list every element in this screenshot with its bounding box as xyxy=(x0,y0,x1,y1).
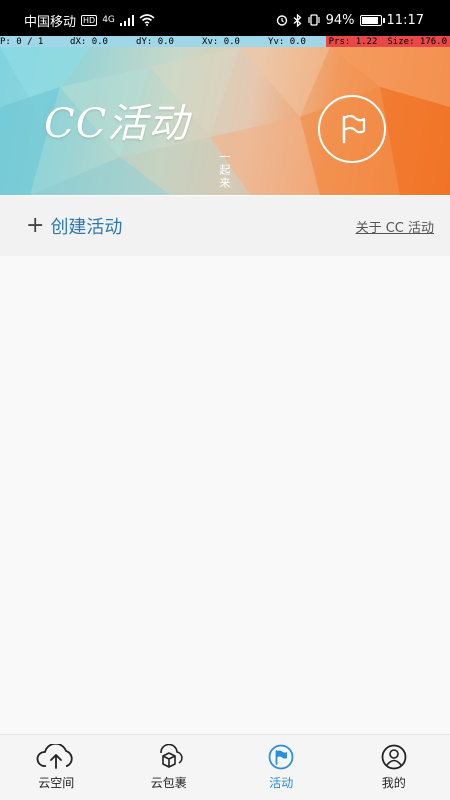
debug-dx: dX: 0.0 xyxy=(70,36,108,47)
alarm-icon xyxy=(276,15,287,26)
debug-prs: Prs: 1.22 xyxy=(328,36,378,47)
debug-xv: Xv: 0.0 xyxy=(202,36,240,47)
activity-list-area xyxy=(0,256,450,734)
wifi-icon xyxy=(139,14,155,26)
tab-cloud-package[interactable]: 云包裹 xyxy=(113,735,226,800)
tab-label: 云空间 xyxy=(38,776,75,790)
battery-percent: 94% xyxy=(325,12,355,28)
debug-yv: Yv: 0.0 xyxy=(268,36,306,47)
bluetooth-icon xyxy=(293,13,302,27)
cloud-upload-icon xyxy=(36,744,73,769)
plus-icon: + xyxy=(26,213,45,238)
bottom-tab-bar: 云空间 云包裹 活动 我的 xyxy=(0,734,450,800)
clock: 11:17 xyxy=(386,12,424,28)
battery-fill xyxy=(361,16,378,24)
tab-activity[interactable]: 活动 xyxy=(225,735,338,800)
create-activity-label: 创建活动 xyxy=(50,217,123,238)
carrier-label: 中国移动 xyxy=(24,14,77,30)
flag-icon xyxy=(342,114,366,144)
status-left: 中国移动 HD 4G xyxy=(24,11,155,30)
tab-label: 云包裹 xyxy=(150,776,187,790)
banner-title: CC活动 xyxy=(44,101,190,147)
status-right: 94% 11:17 xyxy=(276,13,424,28)
network-type: 4G xyxy=(102,15,115,25)
banner-flag-emblem xyxy=(318,95,386,163)
signal-icon xyxy=(119,14,134,26)
flag-icon xyxy=(268,744,294,770)
banner-subtitle: 一起来 xyxy=(218,151,231,190)
tab-label: 我的 xyxy=(381,776,406,790)
vibrate-icon xyxy=(308,14,320,26)
debug-dy: dY: 0.0 xyxy=(136,36,174,47)
tab-cloud-space[interactable]: 云空间 xyxy=(0,735,113,800)
debug-pressure-size: Prs: 1.22 Size: 176.0 xyxy=(325,36,450,47)
debug-pointer: P: 0 / 1 xyxy=(0,36,44,47)
activity-banner: CC活动 一起来 xyxy=(0,47,450,195)
hd-badge: HD xyxy=(81,14,98,26)
about-cc-activity-link[interactable]: 关于 CC 活动 xyxy=(356,217,434,236)
battery-icon xyxy=(359,14,385,26)
debug-size: Size: 176.0 xyxy=(387,36,447,47)
package-icon xyxy=(159,744,183,768)
action-row: + 创建活动 关于 CC 活动 xyxy=(0,196,450,256)
tab-mine[interactable]: 我的 xyxy=(338,735,450,800)
create-activity-button[interactable]: + 创建活动 xyxy=(26,213,122,239)
user-icon xyxy=(381,744,407,770)
tab-label: 活动 xyxy=(269,776,294,790)
status-bar: 中国移动 HD 4G 94% 11:17 xyxy=(0,0,450,36)
debug-overlay: P: 0 / 1 dX: 0.0 dY: 0.0 Xv: 0.0 Yv: 0.0… xyxy=(0,36,450,47)
